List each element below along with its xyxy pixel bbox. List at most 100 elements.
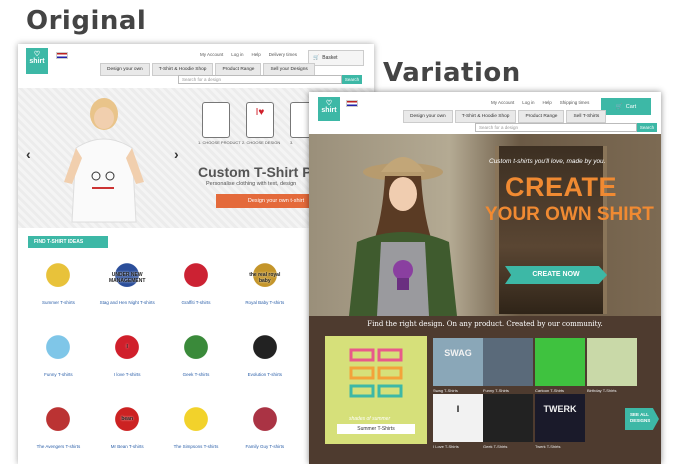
basket-label: Basket xyxy=(322,55,338,61)
carousel-next-icon[interactable]: › xyxy=(174,146,179,162)
design-thumbnail xyxy=(244,402,285,440)
hero-model-image xyxy=(64,98,144,223)
design-tile[interactable]: The Avengers T-shirts xyxy=(24,400,93,464)
design-caption: Twerk T-Shirts xyxy=(535,444,561,449)
tab-sell[interactable]: Sell T-Shirts xyxy=(566,110,607,123)
find-ideas-button[interactable]: FIND T-SHIRT IDEAS xyxy=(28,236,108,248)
search-input[interactable]: Search for a design xyxy=(475,123,637,132)
basket-button[interactable]: 🛒 Basket xyxy=(308,50,364,66)
tab-design-your-own[interactable]: Design your own xyxy=(100,63,150,76)
tab-design-your-own[interactable]: Design your own xyxy=(403,110,453,123)
flag-icon[interactable] xyxy=(56,52,68,59)
comparison-canvas: Original Variation ♡ shirt My Account Log… xyxy=(0,0,684,464)
design-caption: Cartoon T-Shirts xyxy=(535,388,565,393)
design-caption: Geek T-shirts xyxy=(182,372,210,377)
design-tile[interactable]: Geek T-shirts xyxy=(162,328,231,392)
design-art-text: TWERK xyxy=(543,404,577,414)
original-heading: Original xyxy=(26,6,147,36)
design-tile[interactable]: TWERK Twerk T-Shirts xyxy=(535,394,585,449)
design-tile[interactable]: The Simpsons T-shirts xyxy=(162,400,231,464)
search-button[interactable]: Search xyxy=(342,75,362,84)
search-bar: Search for a design Search xyxy=(475,123,657,132)
design-tile[interactable]: Summer T-shirts xyxy=(24,256,93,320)
banner-headline-2: YOUR OWN SHIRT xyxy=(485,204,654,225)
design-art-text: SWAG xyxy=(444,348,472,358)
link-log-in[interactable]: Log in xyxy=(522,100,534,105)
design-tile[interactable]: bean Mr Bean T-shirts xyxy=(93,400,162,464)
link-help[interactable]: Help xyxy=(543,100,552,105)
link-shipping[interactable]: Shipping times xyxy=(560,100,590,105)
design-tile[interactable]: I I Love T-Shirts xyxy=(433,394,483,449)
design-caption: Mr Bean T-shirts xyxy=(110,444,144,449)
sunglasses-icon xyxy=(349,348,403,398)
link-my-account[interactable]: My Account xyxy=(491,100,514,105)
design-caption: Graffiti T-shirts xyxy=(181,300,211,305)
community-strip: Find the right design. On any product. C… xyxy=(309,316,661,332)
design-thumbnail xyxy=(38,330,79,368)
logo-text: shirt xyxy=(321,107,337,114)
create-now-button[interactable]: CREATE NOW xyxy=(505,266,607,284)
design-caption: Birthday T-Shirts xyxy=(587,388,617,393)
search-input[interactable]: Search for a design xyxy=(178,75,342,84)
design-thumbnail xyxy=(244,330,285,368)
link-help[interactable]: Help xyxy=(252,52,261,57)
featured-summer-tile[interactable]: shades of summer Summer T-Shirts xyxy=(325,336,427,444)
design-art-text: I xyxy=(126,344,128,350)
step-choose-product-icon xyxy=(202,102,230,138)
design-tile[interactable]: Birthday T-Shirts xyxy=(587,338,637,393)
design-thumbnail: bean xyxy=(107,402,148,440)
design-thumbnail xyxy=(38,258,79,296)
design-caption: I Love T-Shirts xyxy=(433,444,459,449)
design-art-text: I xyxy=(456,404,460,414)
design-tile[interactable]: Geek T-Shirts xyxy=(483,394,533,449)
search-button[interactable]: Search xyxy=(637,123,657,132)
search-bar: Search for a design Search xyxy=(178,75,362,84)
tab-shop[interactable]: T-Shirt & Hoodie Shop xyxy=(454,110,517,123)
cart-icon: 🛒 xyxy=(615,103,623,110)
flag-icon[interactable] xyxy=(346,100,358,107)
design-tile[interactable]: Funny T-Shirts xyxy=(483,338,533,393)
design-caption: Royal Baby T-shirts xyxy=(245,300,285,305)
design-art-text: UNDER NEW MANAGEMENT xyxy=(108,272,146,284)
heart-icon: I♥ xyxy=(255,107,265,118)
site-logo[interactable]: ♡ shirt xyxy=(26,48,48,74)
design-thumbnail xyxy=(175,330,216,368)
design-caption: The Simpsons T-shirts xyxy=(173,444,219,449)
design-tile[interactable]: I I love T-shirts xyxy=(93,328,162,392)
feature-small-text: shades of summer xyxy=(349,416,391,422)
design-caption: Funny T-shirts xyxy=(44,372,73,377)
carousel-prev-icon[interactable]: ‹ xyxy=(26,146,31,162)
hero-model-image xyxy=(349,157,457,316)
design-caption: Swag T-Shirts xyxy=(433,388,458,393)
see-all-designs-button[interactable]: SEE ALL DESIGNS xyxy=(625,408,659,430)
banner-tagline: Custom t-shirts you'll love, made by you… xyxy=(489,158,606,165)
cart-label: Cart xyxy=(625,103,637,110)
link-my-account[interactable]: My Account xyxy=(200,52,223,57)
hero-banner: Custom t-shirts you'll love, made by you… xyxy=(309,134,661,316)
design-art-text: bean xyxy=(121,416,134,422)
design-tile[interactable]: SWAG Swag T-Shirts xyxy=(433,338,483,393)
tab-product-range[interactable]: Product Range xyxy=(518,110,565,123)
design-tile[interactable]: Graffiti T-shirts xyxy=(162,256,231,320)
design-tile[interactable]: Cartoon T-Shirts xyxy=(535,338,585,393)
design-tile[interactable]: Evolution T-shirts xyxy=(230,328,299,392)
design-tile[interactable]: the real royal baby Royal Baby T-shirts xyxy=(230,256,299,320)
design-tile[interactable]: UNDER NEW MANAGEMENT Stag and Hen Night T… xyxy=(93,256,162,320)
variation-heading: Variation xyxy=(383,58,521,88)
design-caption: I love T-shirts xyxy=(113,372,141,377)
design-caption: Summer T-shirts xyxy=(41,300,75,305)
step-choose-design-icon: I♥ xyxy=(246,102,274,138)
site-logo[interactable]: ♡ shirt xyxy=(318,97,340,121)
step-1-label: 1. CHOOSE PRODUCT xyxy=(198,140,241,145)
basket-icon: 🛒 xyxy=(313,55,320,61)
top-links: My Account Log in Help Delivery times xyxy=(200,52,297,57)
design-tile[interactable]: Family Guy T-shirts xyxy=(230,400,299,464)
design-caption: Stag and Hen Night T-shirts xyxy=(99,300,155,305)
link-delivery[interactable]: Delivery times xyxy=(269,52,297,57)
step-3-label: 3. xyxy=(290,140,294,145)
cart-button[interactable]: 🛒 Cart xyxy=(601,98,651,115)
top-links: My Account Log in Help Shipping times xyxy=(491,100,589,105)
hero-title: Custom T-Shirt Pr xyxy=(198,164,318,180)
design-tile[interactable]: Funny T-shirts xyxy=(24,328,93,392)
link-log-in[interactable]: Log in xyxy=(231,52,243,57)
